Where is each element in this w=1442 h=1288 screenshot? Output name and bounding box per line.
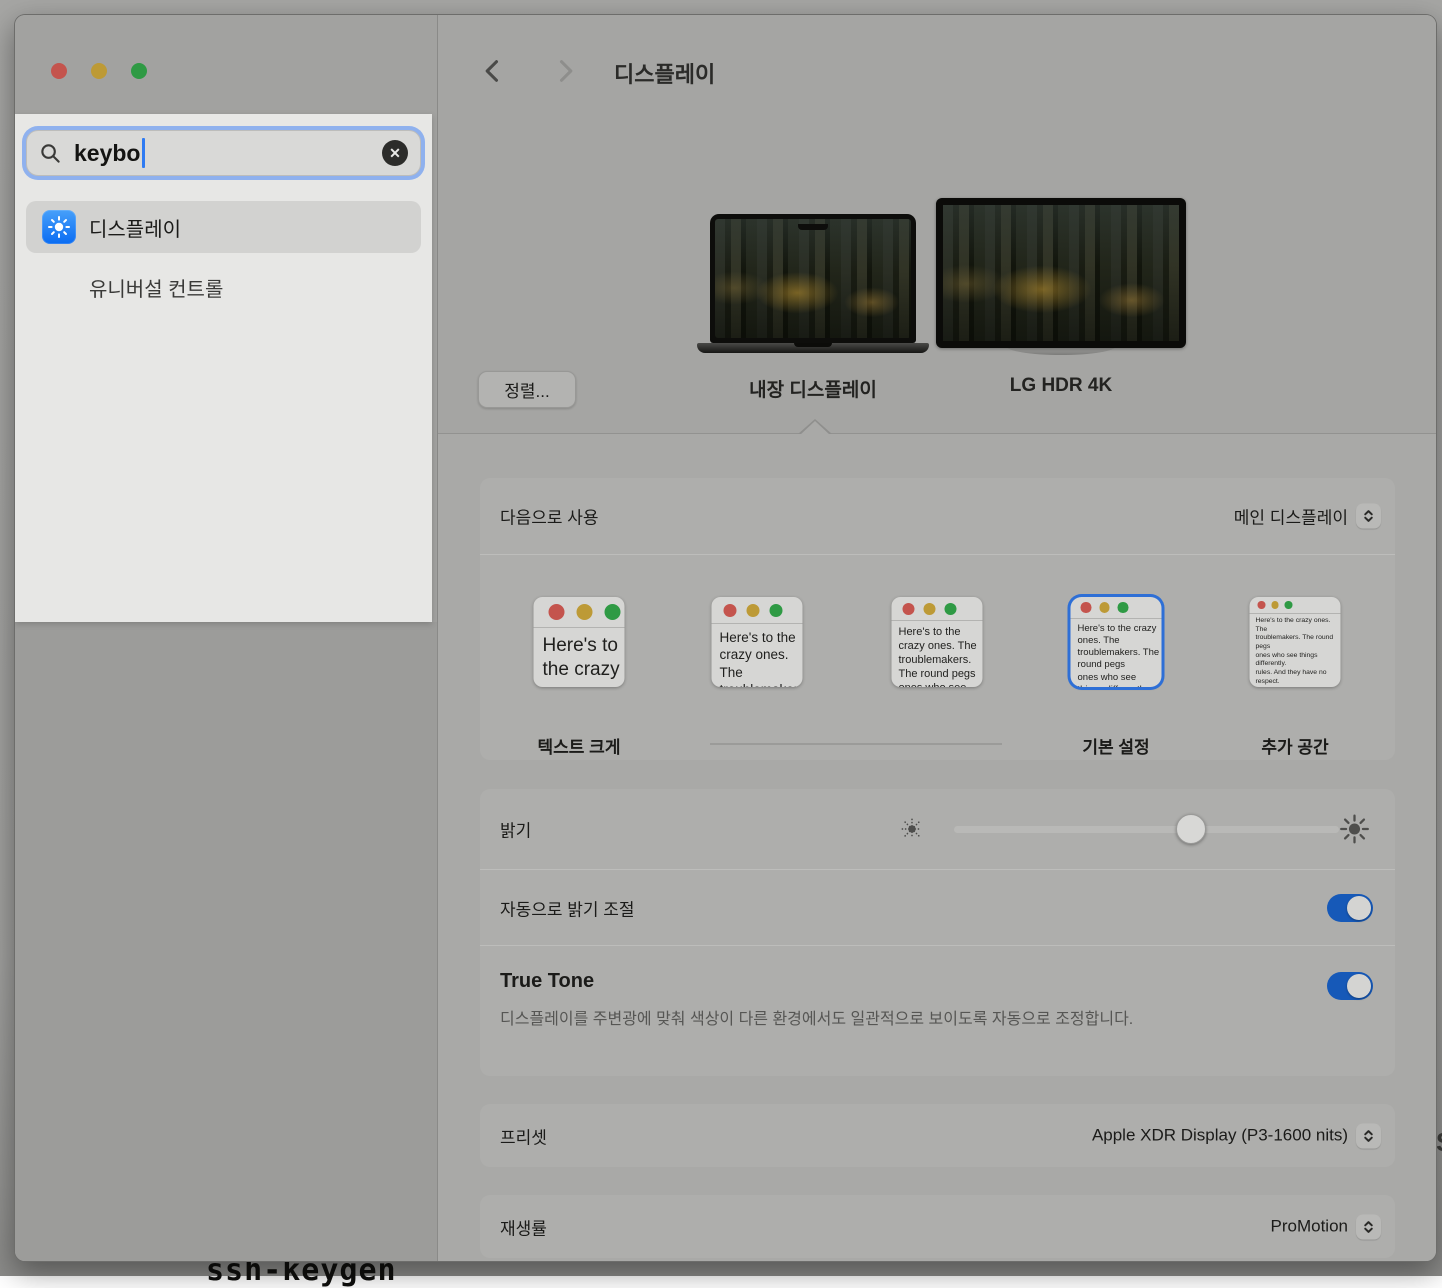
page-title: 디스플레이	[614, 57, 715, 89]
minimize-button[interactable]	[91, 63, 107, 79]
wallpaper-preview	[943, 205, 1179, 341]
display-settings-pane: 디스플레이 내장 디스플레이 LG HDR 4K 정렬... 다음으로	[438, 15, 1436, 1261]
external-display-label: LG HDR 4K	[1010, 375, 1112, 397]
true-tone-label: True Tone	[500, 970, 594, 993]
auto-brightness-toggle[interactable]	[1327, 894, 1373, 922]
thumb-sample-text: Here's to the crazy ones. The troublemak…	[712, 624, 803, 687]
brightness-slider-track[interactable]	[954, 826, 1339, 833]
thumb-titlebar	[1250, 597, 1341, 614]
search-result-displays[interactable]: 디스플레이	[26, 201, 421, 253]
thumb-titlebar	[534, 597, 625, 628]
preset-row: 프리셋 Apple XDR Display (P3-1600 nits)	[480, 1104, 1395, 1167]
chevron-up-down-icon	[1356, 1214, 1381, 1239]
desktop-background: ssh-keygen S keybo ✕	[0, 0, 1442, 1276]
scaling-option-2[interactable]: Here's to the crazy ones. The troublemak…	[712, 597, 803, 687]
macbook-notch	[798, 224, 828, 230]
thumb-titlebar	[1071, 597, 1162, 619]
wallpaper-preview	[715, 219, 911, 338]
search-icon	[39, 142, 62, 165]
true-tone-toggle[interactable]	[1327, 972, 1373, 1000]
refresh-rate-card: 재생률 ProMotion	[480, 1195, 1395, 1258]
macbook-base	[697, 343, 929, 353]
brightness-full-icon	[1340, 815, 1369, 844]
auto-brightness-label: 자동으로 밝기 조절	[500, 895, 635, 920]
back-button[interactable]	[479, 57, 507, 85]
use-as-label: 다음으로 사용	[500, 504, 599, 529]
brightness-label: 밝기	[500, 817, 531, 842]
close-button[interactable]	[51, 63, 67, 79]
preset-card: 프리셋 Apple XDR Display (P3-1600 nits)	[480, 1104, 1395, 1167]
refresh-rate-dropdown[interactable]: ProMotion	[1271, 1214, 1381, 1239]
zoom-window-button[interactable]	[131, 63, 147, 79]
system-settings-window: keybo ✕ 디스플레이 유니버설 컨트롤	[14, 14, 1437, 1262]
brightness-row: 밝기	[480, 789, 1395, 869]
use-as-row: 다음으로 사용 메인 디스플레이	[480, 478, 1395, 554]
refresh-rate-row: 재생률 ProMotion	[480, 1195, 1395, 1258]
preset-dropdown[interactable]: Apple XDR Display (P3-1600 nits)	[1092, 1123, 1381, 1148]
builtin-display-thumbnail[interactable]	[710, 214, 916, 343]
auto-brightness-row: 자동으로 밝기 조절	[480, 869, 1395, 945]
sidebar: keybo ✕ 디스플레이 유니버설 컨트롤	[15, 15, 438, 1261]
use-as-dropdown[interactable]: 메인 디스플레이	[1234, 504, 1381, 529]
preset-value: Apple XDR Display (P3-1600 nits)	[1092, 1126, 1348, 1146]
scaling-option-default-selected[interactable]: Here's to the crazy ones. The troublemak…	[1071, 597, 1162, 687]
brightness-card: 밝기 자동으로 밝기 조절 True Tone 디스플레이를	[480, 789, 1395, 1076]
chevron-up-down-icon	[1356, 1123, 1381, 1148]
true-tone-description: 디스플레이를 주변광에 맞춰 색상이 다른 환경에서도 일관적으로 보이도록 자…	[500, 1005, 1240, 1034]
thumb-titlebar	[712, 597, 803, 624]
brightness-slider-knob[interactable]	[1176, 814, 1206, 844]
scaling-options-row: Here's to the crazy ones. The troublemak…	[480, 554, 1395, 760]
scaling-option-3[interactable]: Here's to the crazy ones. The troublemak…	[892, 597, 983, 687]
thumb-sample-text: Here's to the crazy ones. The troublemak…	[892, 621, 983, 687]
scaling-option-more-space[interactable]: Here's to the crazy ones. The troublemak…	[1250, 597, 1341, 687]
scaling-label-larger-text: 텍스트 크게	[538, 733, 621, 758]
displays-section: 디스플레이 내장 디스플레이 LG HDR 4K 정렬...	[438, 15, 1436, 434]
search-result-universal-control[interactable]: 유니버설 컨트롤	[26, 261, 421, 313]
display-brightness-icon	[42, 210, 76, 244]
scaling-separator-line	[710, 743, 1002, 745]
builtin-display-label: 내장 디스플레이	[749, 375, 877, 402]
true-tone-row: True Tone 디스플레이를 주변광에 맞춰 색상이 다른 환경에서도 일관…	[480, 945, 1395, 1076]
search-results-panel: keybo ✕ 디스플레이 유니버설 컨트롤	[15, 114, 432, 622]
sidebar-dimmed-area	[15, 622, 437, 1261]
resolution-card: 다음으로 사용 메인 디스플레이 Here's to the crazy one…	[480, 478, 1395, 760]
refresh-rate-value: ProMotion	[1271, 1217, 1348, 1237]
thumb-sample-text: Here's to the crazy ones. The troublemak…	[1071, 619, 1162, 687]
search-input-value: keybo	[74, 140, 140, 167]
forward-button[interactable]	[551, 57, 579, 85]
use-as-value: 메인 디스플레이	[1234, 504, 1348, 529]
search-input[interactable]: keybo ✕	[26, 130, 421, 176]
scaling-option-larger-text[interactable]: Here's to the crazy ones. The troublemak…	[534, 597, 625, 687]
external-display-thumbnail[interactable]	[936, 198, 1186, 348]
search-result-label: 유니버설 컨트롤	[89, 273, 223, 302]
chevron-up-down-icon	[1356, 504, 1381, 529]
thumb-titlebar	[892, 597, 983, 621]
scaling-label-more-space: 추가 공간	[1261, 733, 1328, 758]
refresh-rate-label: 재생률	[500, 1214, 547, 1239]
search-result-label: 디스플레이	[89, 213, 181, 242]
scaling-label-default: 기본 설정	[1082, 733, 1149, 758]
arrange-button[interactable]: 정렬...	[478, 371, 576, 408]
thumb-sample-text: Here's to the crazy ones. The troublemak…	[1250, 614, 1341, 687]
clear-search-button[interactable]: ✕	[382, 140, 408, 166]
text-cursor	[142, 138, 145, 168]
selected-display-pointer	[800, 421, 830, 435]
thumb-sample-text: Here's to the crazy ones. The troublemak…	[534, 628, 625, 687]
window-controls	[51, 63, 147, 79]
brightness-dim-icon	[901, 818, 923, 840]
preset-label: 프리셋	[500, 1123, 547, 1148]
